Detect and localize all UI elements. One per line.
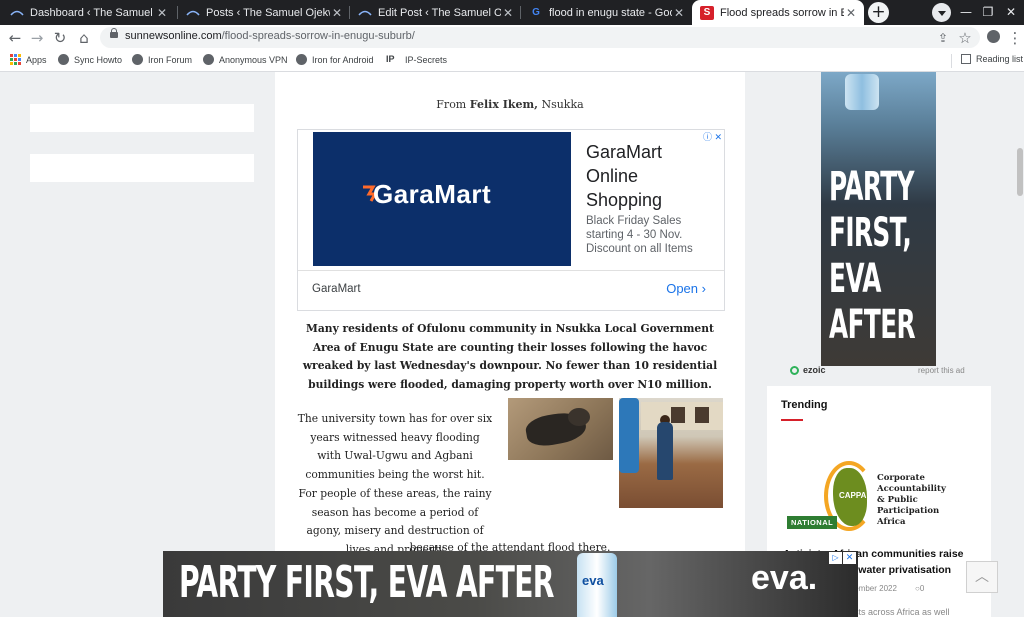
article-body: From Felix Ikem, Nsukka GaraMart GaraMar…	[275, 72, 745, 617]
address-bar[interactable]: sunnewsonline.com/flood-spreads-sorrow-i…	[100, 27, 980, 48]
report-ad-link[interactable]: report this ad	[918, 366, 965, 375]
tab-title: Flood spreads sorrow in Enugu s	[720, 6, 844, 19]
ip-icon: IP	[386, 54, 395, 64]
article-paragraph: The university town has for over six yea…	[297, 412, 493, 556]
apps-grid-icon	[10, 54, 21, 65]
blogger-icon	[358, 6, 372, 20]
trending-heading: Trending	[781, 399, 828, 411]
bookmark-ip-secrets[interactable]: IP IP-Secrets	[386, 54, 447, 65]
author-name: Felix Ikem,	[469, 98, 538, 111]
url-text[interactable]: sunnewsonline.com/flood-spreads-sorrow-i…	[125, 30, 415, 42]
category-badge[interactable]: NATIONAL	[787, 516, 838, 529]
bookmark-iron-for-android[interactable]: Iron for Android	[296, 54, 374, 65]
ad-open-button[interactable]: Open ›	[666, 281, 706, 296]
flood-photo-animal[interactable]	[508, 398, 613, 460]
lock-icon[interactable]	[110, 28, 118, 38]
ad-brand: GaraMart	[312, 283, 361, 295]
water-bottle-image	[845, 74, 879, 110]
article-lead: Many residents of Ofulonu community in N…	[302, 322, 718, 391]
eva-side-ad[interactable]: PARTY FIRST, EVA AFTER	[821, 72, 936, 366]
blogger-icon	[10, 6, 24, 20]
restore-icon[interactable]: ❐	[977, 0, 999, 25]
bookmarks-divider	[951, 54, 952, 68]
close-tab-icon[interactable]: ✕	[155, 6, 169, 20]
reload-icon[interactable]: ↻	[51, 29, 69, 47]
forward-icon[interactable]: →	[28, 29, 46, 47]
ezoic-badge[interactable]: ezoic	[790, 365, 826, 375]
tab-title: Posts ‹ The Samuel Ojekwe Blog	[206, 6, 330, 19]
garamart-ad[interactable]: GaraMart GaraMart Online Shopping Black …	[297, 129, 725, 311]
bookmark-sync-howto[interactable]: Sync Howto	[58, 54, 122, 65]
close-tab-icon[interactable]: ✕	[672, 6, 686, 20]
cappa-logo-words: Corporate Accountability & Public Partic…	[877, 473, 946, 527]
web-page: From Felix Ikem, Nsukka GaraMart GaraMar…	[0, 72, 1024, 617]
globe-icon	[58, 54, 69, 65]
garamart-logo[interactable]: GaraMart	[313, 132, 571, 266]
ad-description: Black Friday Sales starting 4 - 30 Nov. …	[586, 215, 693, 255]
globe-icon	[296, 54, 307, 65]
ad-headline[interactable]: GaraMart Online Shopping	[586, 140, 706, 212]
article-byline: From Felix Ikem, Nsukka	[436, 98, 584, 111]
adchoices-icon[interactable]: ⓘ ✕	[703, 130, 722, 143]
tab-search-icon[interactable]	[932, 3, 951, 22]
bookmark-star-icon[interactable]: ☆	[956, 29, 974, 47]
globe-icon	[203, 54, 214, 65]
reading-list-icon	[961, 54, 971, 64]
trending-underline	[781, 419, 803, 421]
bookmark-iron-forum[interactable]: Iron Forum	[132, 54, 192, 65]
menu-kebab-icon[interactable]: ⋮	[1006, 29, 1024, 47]
bottom-ad-slogan: PARTY FIRST, EVA AFTER	[179, 557, 554, 608]
scrollbar-thumb[interactable]	[1017, 148, 1023, 196]
garamart-logo-text: GaraMart	[373, 179, 492, 209]
minimize-icon[interactable]: —	[955, 0, 977, 25]
tab-title: flood in enugu state - Google Se	[549, 6, 672, 19]
new-tab-button[interactable]: +	[868, 2, 889, 23]
close-tab-icon[interactable]: ✕	[844, 6, 858, 20]
bookmark-anonymous-vpn[interactable]: Anonymous VPN	[203, 54, 288, 65]
flood-photo-man-digging[interactable]	[619, 398, 723, 508]
tab-sun-news-active[interactable]: S Flood spreads sorrow in Enugu s ✕	[692, 0, 864, 25]
tab-edit-post[interactable]: Edit Post ‹ The Samuel Ojekwe Bl ✕	[350, 0, 521, 25]
close-tab-icon[interactable]: ✕	[501, 6, 515, 20]
globe-icon	[132, 54, 143, 65]
left-sidebar-widget	[30, 104, 254, 132]
bookmarks-bar: Apps Sync Howto Iron Forum Anonymous VPN…	[0, 51, 1024, 72]
home-icon[interactable]: ⌂	[75, 29, 93, 47]
back-to-top-button[interactable]: ︿	[966, 561, 998, 593]
sun-news-icon: S	[700, 5, 714, 20]
comments-count[interactable]: ○0	[915, 584, 924, 593]
back-icon[interactable]: ←	[6, 29, 24, 47]
tab-google-search[interactable]: G flood in enugu state - Google Se ✕	[521, 0, 692, 25]
share-icon[interactable]: ⇪	[934, 29, 952, 47]
profile-avatar-icon[interactable]	[984, 29, 1002, 47]
browser-toolbar: ← → ↻ ⌂ sunnewsonline.com/flood-spreads-…	[0, 25, 1024, 51]
tab-dashboard[interactable]: Dashboard ‹ The Samuel Ojekwe ✕	[2, 0, 175, 25]
cappa-logo-tag: CAPPA	[839, 491, 867, 500]
ad-info-icon[interactable]: ▷	[829, 552, 842, 564]
bookmark-apps[interactable]: Apps	[10, 54, 47, 65]
side-ad-slogan: PARTY FIRST, EVA AFTER	[829, 164, 916, 348]
eva-brand-logo: eva.	[751, 559, 818, 597]
blogger-icon	[186, 6, 200, 20]
close-tab-icon[interactable]: ✕	[330, 6, 344, 20]
eva-bottle-image: eva	[577, 553, 617, 617]
google-icon: G	[532, 7, 540, 18]
tab-strip: Dashboard ‹ The Samuel Ojekwe ✕ Posts ‹ …	[0, 0, 1024, 25]
tab-title: Dashboard ‹ The Samuel Ojekwe	[30, 6, 155, 19]
tab-title: Edit Post ‹ The Samuel Ojekwe Bl	[378, 6, 501, 19]
ezoic-logo-icon	[790, 365, 799, 375]
close-window-icon[interactable]: ✕	[1000, 0, 1022, 25]
eva-bottom-banner-ad[interactable]: PARTY FIRST, EVA AFTER eva eva. ▷ ✕	[163, 551, 858, 617]
reading-list-button[interactable]: Reading list	[961, 54, 1023, 64]
left-sidebar-widget	[30, 154, 254, 182]
tab-posts[interactable]: Posts ‹ The Samuel Ojekwe Blog ✕	[178, 0, 350, 25]
ad-close-icon[interactable]: ✕	[843, 552, 856, 564]
ad-footer: GaraMart Open ›	[298, 270, 724, 311]
chevron-right-icon: ›	[701, 281, 706, 296]
